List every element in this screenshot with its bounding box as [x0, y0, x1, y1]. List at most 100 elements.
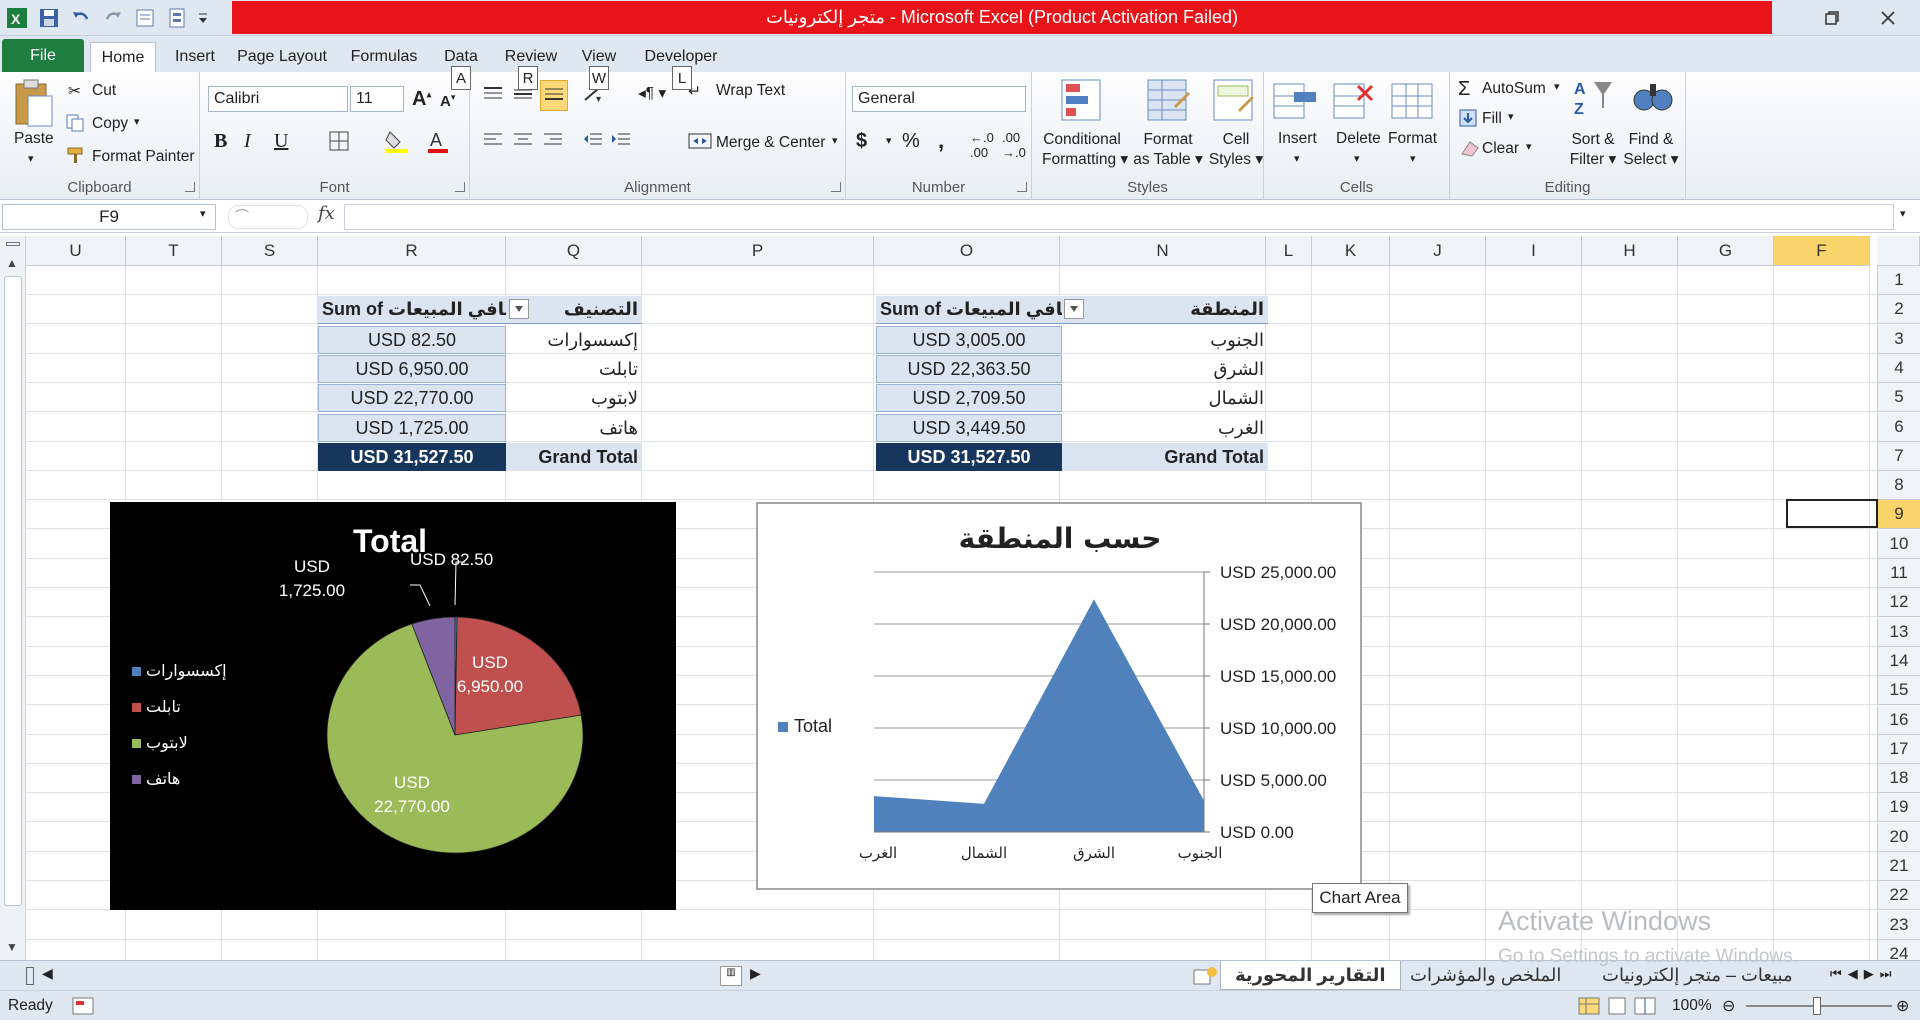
- row-header-22[interactable]: 22: [1877, 881, 1920, 910]
- column-header-f[interactable]: F: [1774, 236, 1870, 266]
- pivot-region-label[interactable]: الجنوب: [1062, 326, 1268, 354]
- zoom-out-icon[interactable]: ⊖: [1722, 996, 1735, 1016]
- align-top-icon[interactable]: [482, 84, 504, 109]
- paste-dropdown-icon[interactable]: ▾: [28, 152, 34, 165]
- insert-function-button[interactable]: fx: [318, 203, 335, 224]
- accounting-dropdown-icon[interactable]: ▾: [886, 134, 892, 147]
- column-header-u[interactable]: U: [26, 236, 126, 266]
- row-header-2[interactable]: 2: [1877, 295, 1920, 324]
- row-header-5[interactable]: 5: [1877, 383, 1920, 412]
- restore-icon[interactable]: [1814, 4, 1850, 32]
- zoom-in-icon[interactable]: ⊕: [1896, 996, 1909, 1016]
- customize-qat-icon[interactable]: [196, 5, 210, 31]
- page-break-view-icon[interactable]: [1634, 996, 1656, 1020]
- pivot-region-label[interactable]: الغرب: [1062, 414, 1268, 442]
- row-header-23[interactable]: 23: [1877, 911, 1920, 940]
- close-icon[interactable]: [1870, 4, 1906, 32]
- conditional-formatting-button[interactable]: Conditional Formatting ▾: [1042, 130, 1128, 170]
- pivot-category-grand-total-value[interactable]: USD 31,527.50: [318, 443, 506, 471]
- clipboard-launcher-icon[interactable]: [185, 182, 195, 192]
- row-header-14[interactable]: 14: [1877, 647, 1920, 676]
- pivot-region-label[interactable]: الشمال: [1062, 384, 1268, 412]
- hscroll-right-icon[interactable]: ▶: [750, 965, 761, 982]
- name-box[interactable]: F9: [2, 204, 216, 230]
- grow-font-icon[interactable]: A▴: [412, 88, 431, 111]
- column-header-q[interactable]: Q: [506, 236, 642, 266]
- normal-view-icon[interactable]: [1578, 996, 1600, 1020]
- row-header-12[interactable]: 12: [1877, 588, 1920, 617]
- clear-dropdown-icon[interactable]: ▾: [1526, 140, 1532, 153]
- pivot-region-value[interactable]: USD 3,449.50: [876, 414, 1062, 442]
- column-header-p[interactable]: P: [642, 236, 874, 266]
- insert-cells-icon[interactable]: [1272, 78, 1318, 129]
- copy-button[interactable]: Copy: [92, 115, 128, 133]
- tab-insert[interactable]: Insert: [168, 42, 222, 72]
- row-header-10[interactable]: 10: [1877, 530, 1920, 559]
- sheet-nav-icons[interactable]: ⏮◀▶⏭: [1830, 966, 1897, 982]
- hscroll-left-icon[interactable]: ◀: [42, 965, 53, 982]
- pivot-category-value[interactable]: USD 6,950.00: [318, 355, 506, 383]
- align-right-icon[interactable]: [542, 130, 564, 155]
- font-color-icon[interactable]: A: [426, 128, 450, 159]
- save-icon[interactable]: [36, 5, 62, 31]
- underline-button[interactable]: U: [274, 130, 288, 153]
- pivot-category-grand-total-label[interactable]: Grand Total: [506, 443, 642, 471]
- column-header-r[interactable]: R: [318, 236, 506, 266]
- pivot-region-grand-total-value[interactable]: USD 31,527.50: [876, 443, 1062, 471]
- delete-cells-icon[interactable]: [1332, 78, 1378, 129]
- percent-button[interactable]: %: [902, 130, 920, 153]
- row-header-9[interactable]: 9: [1877, 500, 1920, 529]
- pivot-region-grand-total-label[interactable]: Grand Total: [1062, 443, 1268, 471]
- hscroll-thumb[interactable]: ▥: [720, 966, 742, 986]
- scroll-thumb[interactable]: [4, 276, 22, 906]
- vertical-scrollbar[interactable]: ▲ ▼: [0, 236, 26, 960]
- undo-icon[interactable]: [68, 5, 94, 31]
- column-header-h[interactable]: H: [1582, 236, 1678, 266]
- font-launcher-icon[interactable]: [455, 182, 465, 192]
- merge-center-icon[interactable]: [688, 132, 712, 155]
- redo-icon[interactable]: [100, 5, 126, 31]
- format-dropdown-icon[interactable]: ▾: [1410, 152, 1416, 165]
- row-header-6[interactable]: 6: [1877, 413, 1920, 442]
- pivot-region-label-header[interactable]: المنطقة: [1062, 296, 1268, 324]
- clear-button[interactable]: Clear: [1482, 140, 1519, 158]
- pivot-region-value[interactable]: USD 22,363.50: [876, 355, 1062, 383]
- column-header-o[interactable]: O: [874, 236, 1060, 266]
- scroll-down-icon[interactable]: ▼: [6, 940, 18, 954]
- number-format-combo[interactable]: General: [852, 86, 1026, 112]
- pivot-region-filter-icon[interactable]: [1064, 299, 1084, 319]
- format-cells-icon[interactable]: [1390, 78, 1436, 129]
- clear-icon[interactable]: [1458, 138, 1480, 163]
- column-header-i[interactable]: I: [1486, 236, 1582, 266]
- fill-dropdown-icon[interactable]: ▾: [1508, 110, 1514, 123]
- row-header-18[interactable]: 18: [1877, 764, 1920, 793]
- delete-dropdown-icon[interactable]: ▾: [1354, 152, 1360, 165]
- wrap-text-button[interactable]: Wrap Text: [716, 82, 785, 100]
- format-button[interactable]: Format: [1388, 130, 1437, 148]
- macro-record-icon[interactable]: [72, 996, 94, 1020]
- column-header-s[interactable]: S: [222, 236, 318, 266]
- insert-dropdown-icon[interactable]: ▾: [1294, 152, 1300, 165]
- pivot-category-filter-icon[interactable]: [509, 299, 529, 319]
- row-header-1[interactable]: 1: [1877, 266, 1920, 295]
- row-header-16[interactable]: 16: [1877, 706, 1920, 735]
- print-preview-icon[interactable]: [132, 5, 158, 31]
- expand-formula-bar-icon[interactable]: ▾: [1900, 207, 1906, 220]
- scroll-up-icon[interactable]: ▲: [6, 256, 18, 270]
- autosum-dropdown-icon[interactable]: ▾: [1554, 80, 1560, 93]
- column-header-g[interactable]: G: [1678, 236, 1774, 266]
- find-select-icon[interactable]: [1630, 76, 1676, 127]
- format-painter-button[interactable]: Format Painter: [92, 148, 195, 166]
- pivot-category-label[interactable]: لابتوب: [506, 384, 642, 412]
- insert-sheet-icon[interactable]: [1192, 966, 1218, 991]
- zoom-level[interactable]: 100%: [1672, 997, 1712, 1015]
- row-header-3[interactable]: 3: [1877, 325, 1920, 354]
- row-header-11[interactable]: 11: [1877, 559, 1920, 588]
- bold-button[interactable]: B: [214, 130, 227, 153]
- delete-button[interactable]: Delete: [1336, 130, 1381, 148]
- cut-icon[interactable]: ✂: [68, 82, 81, 101]
- increase-indent-icon[interactable]: [610, 130, 632, 155]
- decrease-indent-icon[interactable]: [582, 130, 604, 155]
- font-size-combo[interactable]: 11: [350, 86, 404, 112]
- accounting-format-button[interactable]: $: [856, 130, 867, 153]
